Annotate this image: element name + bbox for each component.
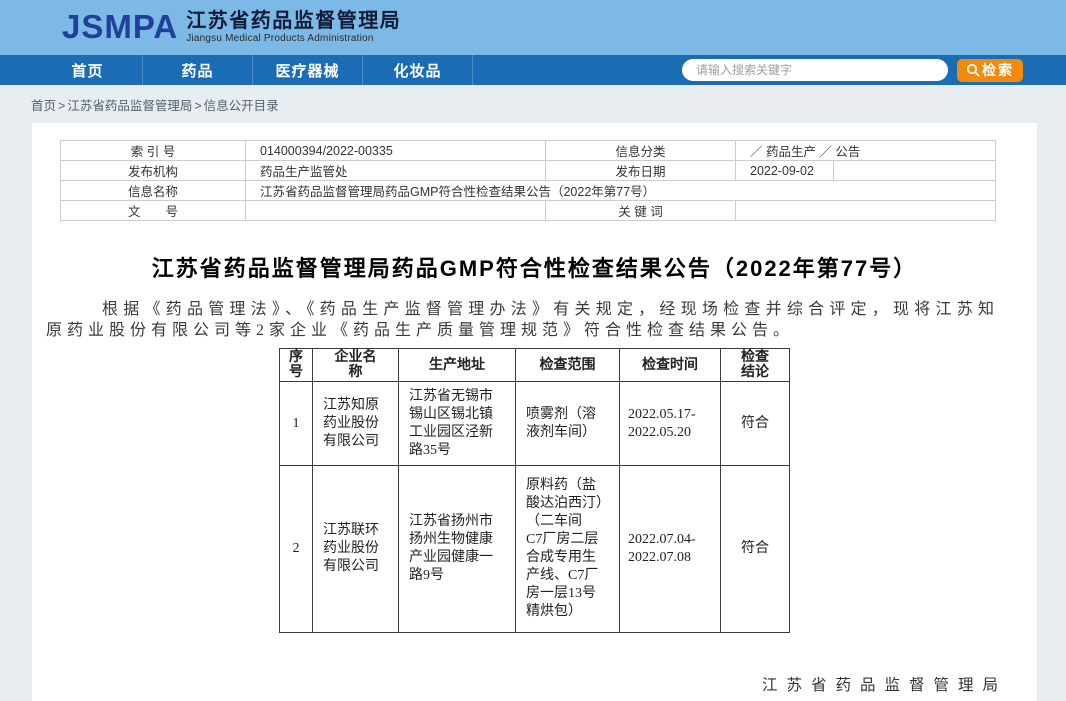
meta-value-index: 014000394/2022-00335 [246,141,546,161]
content-card: 索 引 号 014000394/2022-00335 信息分类 ／ 药品生产 ／… [32,123,1037,701]
signature-block: 江苏省药品监督管理局 2022年9月2日 [32,673,1007,701]
table-row: 2 江苏联环药业股份有限公司 江苏省扬州市扬州生物健康产业园健康一路9号 原料药… [280,466,790,633]
search-icon [966,63,980,77]
cell-address: 江苏省无锡市锡山区锡北镇工业园区泾新路35号 [399,382,516,466]
meta-row-docno-keywords: 文 号 关 键 词 [61,201,996,221]
meta-value-category: ／ 药品生产 ／ 公告 [736,141,996,161]
meta-row-agency-date: 发布机构 药品生产监管处 发布日期 2022-09-02 [61,161,996,181]
meta-label-index: 索 引 号 [61,141,246,161]
meta-value-date: 2022-09-02 [736,161,834,181]
col-header-time: 检查时间 [620,349,721,382]
nav-tab-home[interactable]: 首页 [33,55,143,85]
cell-time: 2022.07.04- 2022.07.08 [620,466,721,633]
logo-names: 江苏省药品监督管理局 Jiangsu Medical Products Admi… [186,10,401,45]
page-title: 江苏省药品监督管理局药品GMP符合性检查结果公告（2022年第77号） [32,251,1037,283]
cell-time: 2022.05.17- 2022.05.20 [620,382,721,466]
col-header-scope: 检查范围 [516,349,620,382]
meta-label-date: 发布日期 [546,161,736,181]
cell-no: 1 [280,382,313,466]
col-header-address: 生产地址 [399,349,516,382]
cell-conclusion: 符合 [721,466,790,633]
nav-tabs: 首页 药品 医疗器械 化妆品 [33,55,473,85]
search-input[interactable] [682,59,948,81]
col-header-no: 序 号 [280,349,313,382]
cell-address: 江苏省扬州市扬州生物健康产业园健康一路9号 [399,466,516,633]
inspection-results-table: 序 号 企业名 称 生产地址 检查范围 检查时间 检查 结论 1 江苏知原药业股… [279,348,790,633]
breadcrumb-org[interactable]: 江苏省药品监督管理局 [67,99,192,113]
meta-value-date-extra [834,161,996,181]
breadcrumb-separator: > [58,99,65,113]
table-row: 1 江苏知原药业股份有限公司 江苏省无锡市锡山区锡北镇工业园区泾新路35号 喷雾… [280,382,790,466]
cell-conclusion: 符合 [721,382,790,466]
nav-tab-drugs[interactable]: 药品 [143,55,253,85]
nav-tab-cosmetics[interactable]: 化妆品 [363,55,473,85]
breadcrumb: 首页>江苏省药品监督管理局>信息公开目录 [0,85,1066,123]
meta-value-keywords [736,201,996,221]
meta-label-category: 信息分类 [546,141,736,161]
meta-value-docno [246,201,546,221]
meta-label-docno: 文 号 [61,201,246,221]
cell-scope: 原料药（盐酸达泊西汀）（二车间 C7厂房二层合成专用生产线、C7厂房一层13号精… [516,466,620,633]
cell-company: 江苏联环药业股份有限公司 [313,466,399,633]
org-name-en: Jiangsu Medical Products Administration [186,33,401,45]
search-button-label: 检索 [982,60,1014,80]
cell-scope: 喷雾剂（溶液剂车间） [516,382,620,466]
announcement-paragraph: 根据《药品管理法》、《药品生产监督管理办法》有关规定，经现场检查并综合评定，现将… [46,299,999,341]
breadcrumb-separator: > [194,99,201,113]
meta-label-keywords: 关 键 词 [546,201,736,221]
nav-tab-medical-devices[interactable]: 医疗器械 [253,55,363,85]
breadcrumb-home[interactable]: 首页 [31,99,56,113]
results-header-row: 序 号 企业名 称 生产地址 检查范围 检查时间 检查 结论 [280,349,790,382]
meta-value-name: 江苏省药品监督管理局药品GMP符合性检查结果公告（2022年第77号） [246,181,996,201]
meta-value-agency: 药品生产监管处 [246,161,546,181]
meta-label-name: 信息名称 [61,181,246,201]
meta-row-index-category: 索 引 号 014000394/2022-00335 信息分类 ／ 药品生产 ／… [61,141,996,161]
org-name-cn: 江苏省药品监督管理局 [186,10,401,33]
meta-row-name: 信息名称 江苏省药品监督管理局药品GMP符合性检查结果公告（2022年第77号） [61,181,996,201]
signature-org: 江苏省药品监督管理局 [32,673,1007,695]
col-header-company: 企业名 称 [313,349,399,382]
document-meta-table: 索 引 号 014000394/2022-00335 信息分类 ／ 药品生产 ／… [60,140,996,221]
cell-no: 2 [280,466,313,633]
logo-acronym: JSMPA [62,8,178,46]
col-header-conclusion: 检查 结论 [721,349,790,382]
main-nav: 首页 药品 医疗器械 化妆品 检索 [0,55,1066,85]
site-banner: JSMPA 江苏省药品监督管理局 Jiangsu Medical Product… [0,0,1066,55]
search-button[interactable]: 检索 [957,59,1023,82]
cell-company: 江苏知原药业股份有限公司 [313,382,399,466]
site-logo[interactable]: JSMPA 江苏省药品监督管理局 Jiangsu Medical Product… [62,8,401,46]
meta-label-agency: 发布机构 [61,161,246,181]
breadcrumb-current: 信息公开目录 [204,99,279,113]
search-bar: 检索 [682,59,1023,82]
